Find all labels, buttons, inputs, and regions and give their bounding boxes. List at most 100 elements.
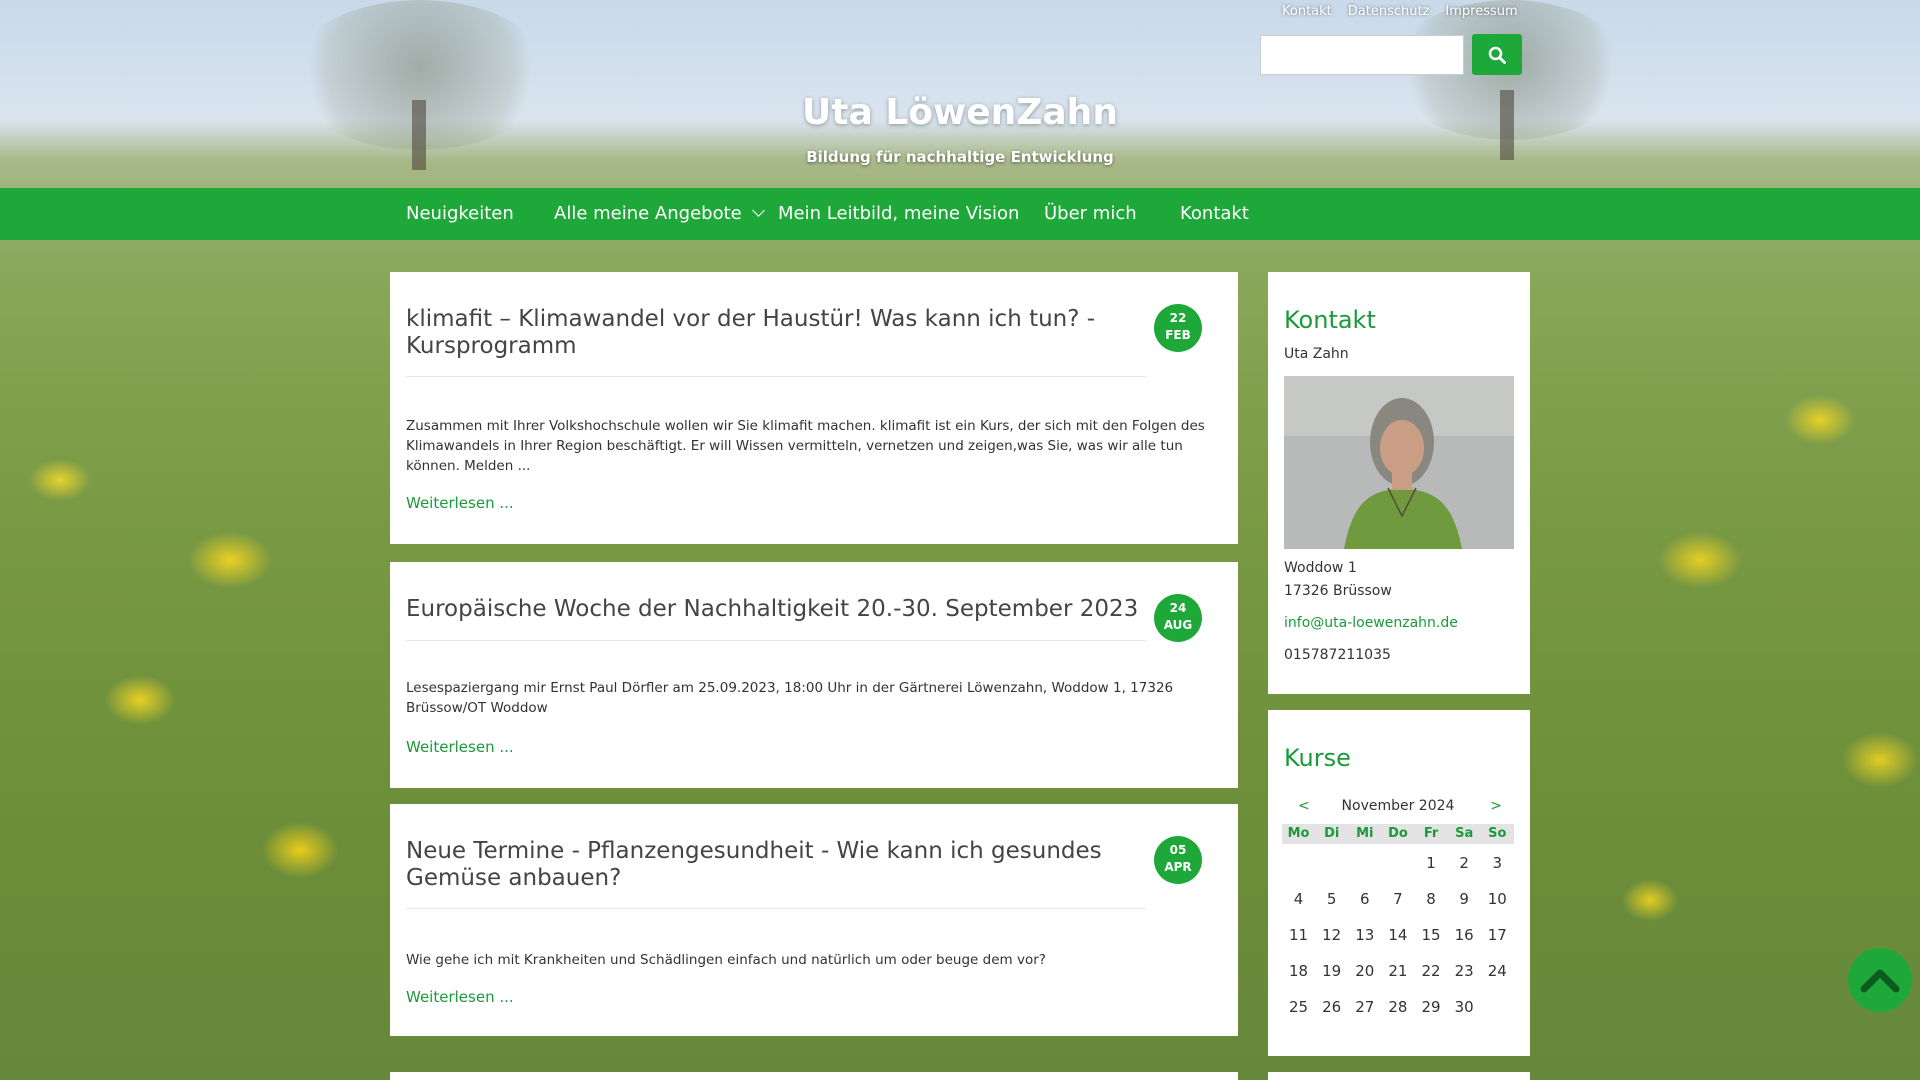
calendar-month-label: November 2024 (1341, 798, 1455, 814)
date-day: 22 (1169, 311, 1187, 325)
post-excerpt: Zusammen mit Ihrer Volkshochschule wolle… (406, 418, 1205, 474)
scroll-to-top-button[interactable] (1848, 948, 1912, 1012)
top-link-kontakt[interactable]: Kontakt (1282, 4, 1332, 19)
calendar-day[interactable]: 27 (1348, 998, 1381, 1016)
calendar-week-row: 18 19 20 21 22 23 24 (1282, 962, 1514, 980)
calendar-day (1282, 854, 1315, 872)
top-link-datenschutz[interactable]: Datenschutz (1348, 4, 1430, 19)
nav-item-ueber-mich[interactable]: Über mich (1044, 188, 1137, 240)
main-nav: Neuigkeiten Alle meine Angebote Mein Lei… (0, 188, 1920, 240)
calendar-day[interactable]: 12 (1315, 926, 1348, 944)
calendar-weekday: Do (1388, 826, 1408, 841)
post-title[interactable]: Europäische Woche der Nachhaltigkeit 20.… (406, 596, 1166, 623)
date-month: APR (1164, 860, 1192, 874)
calendar-day[interactable]: 28 (1381, 998, 1414, 1016)
calendar-day[interactable]: 14 (1381, 926, 1414, 944)
site-subtitle: Bildung für nachhaltige Entwicklung (806, 148, 1114, 166)
post-excerpt: Wie gehe ich mit Krankheiten und Schädli… (406, 952, 1046, 968)
chevron-up-icon (1860, 969, 1900, 993)
calendar-week-row: 11 12 13 14 15 16 17 (1282, 926, 1514, 944)
calendar-day (1315, 854, 1348, 872)
read-more-link[interactable]: Weiterlesen ... (406, 494, 514, 512)
nav-item-label: Kontakt (1180, 203, 1249, 224)
date-month: AUG (1163, 618, 1193, 632)
calendar-day (1381, 854, 1414, 872)
calendar-day[interactable]: 7 (1381, 890, 1414, 908)
search-input[interactable] (1260, 35, 1464, 75)
calendar-day[interactable]: 9 (1448, 890, 1481, 908)
contact-email-link[interactable]: info@uta-loewenzahn.de (1284, 615, 1458, 631)
calendar-widget: Kurse < November 2024 > Mo Di Mi Do Fr S… (1268, 710, 1530, 1056)
nav-item-neuigkeiten[interactable]: Neuigkeiten (406, 188, 514, 240)
post-title[interactable]: Neue Termine - Pflanzengesundheit - Wie … (406, 838, 1166, 892)
calendar-day[interactable]: 2 (1448, 854, 1481, 872)
nav-item-leitbild[interactable]: Mein Leitbild, meine Vision (778, 188, 1019, 240)
contact-widget: Kontakt Uta Zahn Woddow 1 17326 Brüssow … (1268, 272, 1530, 694)
contact-name: Uta Zahn (1284, 346, 1349, 362)
calendar-day[interactable]: 3 (1481, 854, 1514, 872)
calendar-day[interactable]: 13 (1348, 926, 1381, 944)
calendar-day[interactable]: 23 (1448, 962, 1481, 980)
calendar-day[interactable]: 29 (1415, 998, 1448, 1016)
calendar-day[interactable]: 20 (1348, 962, 1381, 980)
calendar-weekday: Mo (1287, 826, 1310, 841)
calendar-weekday: Sa (1455, 826, 1474, 841)
post-card: Neue Termine - Pflanzengesundheit - Wie … (390, 804, 1238, 1036)
calendar-next-button[interactable]: > (1490, 798, 1502, 814)
nav-item-label: Mein Leitbild, meine Vision (778, 203, 1020, 224)
calendar-week-row: 4 5 6 7 8 9 10 (1282, 890, 1514, 908)
calendar-day[interactable]: 6 (1348, 890, 1381, 908)
post-card: Europäische Woche der Nachhaltigkeit 20.… (390, 562, 1238, 788)
calendar-day[interactable]: 5 (1315, 890, 1348, 908)
read-more-link[interactable]: Weiterlesen ... (406, 988, 514, 1006)
nav-item-kontakt[interactable]: Kontakt (1180, 188, 1249, 240)
date-badge: 24 AUG (1154, 594, 1202, 642)
chevron-down-icon (751, 204, 765, 217)
search-icon (1488, 46, 1506, 64)
top-link-impressum[interactable]: Impressum (1445, 4, 1517, 19)
calendar-day[interactable]: 1 (1415, 854, 1448, 872)
nav-item-angebote[interactable]: Alle meine Angebote (554, 188, 765, 240)
calendar-day[interactable]: 8 (1415, 890, 1448, 908)
calendar-day[interactable]: 16 (1448, 926, 1481, 944)
post-divider (406, 376, 1146, 377)
nav-item-label: Neuigkeiten (406, 203, 514, 224)
date-badge: 05 APR (1154, 836, 1202, 884)
calendar-week-row: 25 26 27 28 29 30 (1282, 998, 1514, 1016)
calendar-day[interactable]: 17 (1481, 926, 1514, 944)
calendar-day[interactable]: 4 (1282, 890, 1315, 908)
calendar-weekday: So (1488, 826, 1507, 841)
calendar-weekday: Di (1324, 826, 1340, 841)
calendar-day[interactable]: 21 (1381, 962, 1414, 980)
date-day: 05 (1169, 843, 1187, 857)
calendar-title: Kurse (1284, 744, 1351, 772)
calendar-day[interactable]: 15 (1415, 926, 1448, 944)
site-title[interactable]: Uta LöwenZahn (0, 92, 1920, 133)
calendar-day[interactable]: 11 (1282, 926, 1315, 944)
nav-item-label: Alle meine Angebote (554, 203, 742, 224)
post-divider (406, 908, 1146, 909)
calendar-day[interactable]: 18 (1282, 962, 1315, 980)
nav-item-label: Über mich (1044, 203, 1137, 224)
calendar-day[interactable]: 19 (1315, 962, 1348, 980)
calendar-day[interactable]: 25 (1282, 998, 1315, 1016)
calendar-day[interactable]: 24 (1481, 962, 1514, 980)
calendar-day[interactable]: 26 (1315, 998, 1348, 1016)
calendar-day[interactable]: 22 (1415, 962, 1448, 980)
contact-photo (1284, 376, 1514, 549)
calendar-day[interactable]: 10 (1481, 890, 1514, 908)
calendar-weekday: Fr (1423, 826, 1439, 841)
post-card (390, 1072, 1238, 1080)
search-button[interactable] (1472, 34, 1522, 75)
contact-title: Kontakt (1284, 306, 1376, 334)
contact-address-street: Woddow 1 (1284, 560, 1357, 576)
sidebar-widget (1268, 1072, 1530, 1080)
post-title[interactable]: klimafit – Klimawandel vor der Haustür! … (406, 306, 1166, 360)
calendar-day (1481, 998, 1514, 1016)
calendar-week-row: 1 2 3 (1282, 854, 1514, 872)
calendar-day[interactable]: 30 (1448, 998, 1481, 1016)
portrait-image (1284, 376, 1514, 549)
post-divider (406, 640, 1146, 641)
calendar-header: < November 2024 > (1280, 798, 1516, 818)
read-more-link[interactable]: Weiterlesen ... (406, 738, 514, 756)
